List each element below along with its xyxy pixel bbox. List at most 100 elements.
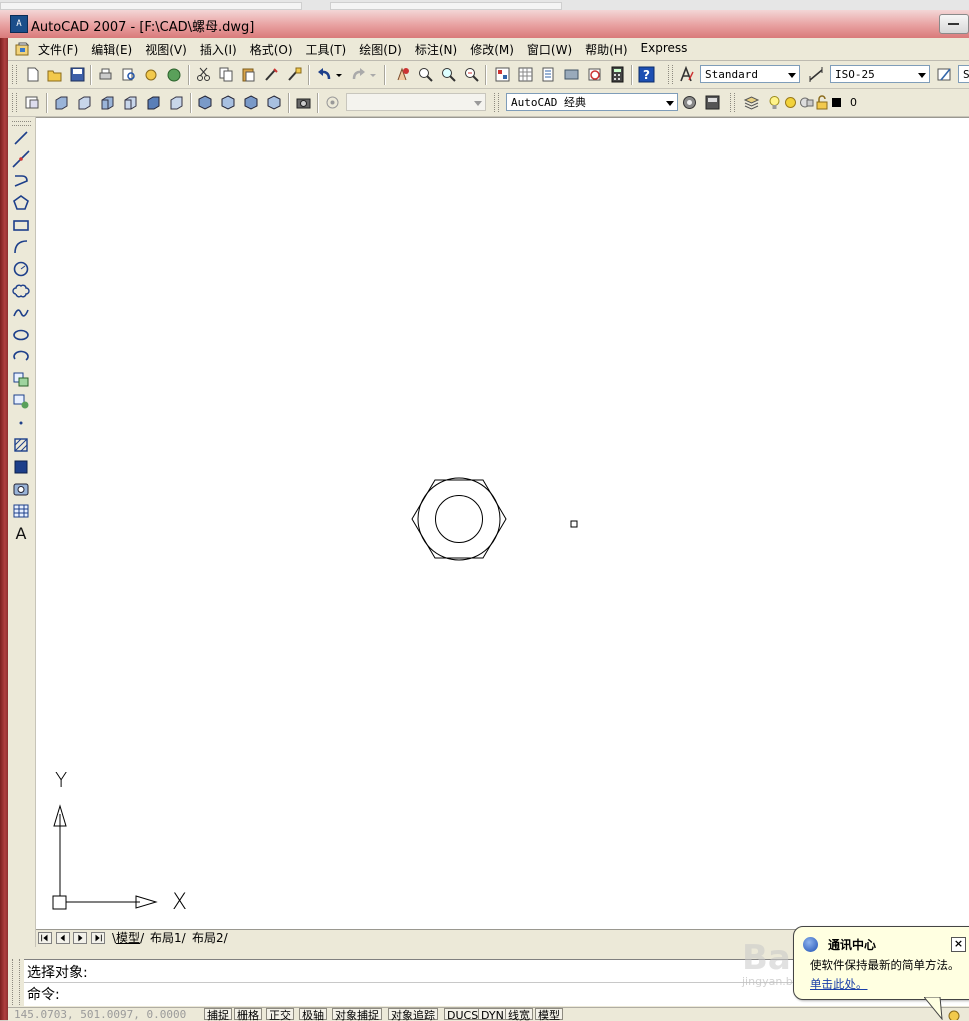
zoom-window-icon[interactable]	[440, 66, 457, 83]
polygon-icon[interactable]	[12, 194, 30, 212]
markup-set-manager-icon[interactable]	[586, 66, 603, 83]
zoom-realtime-icon[interactable]	[417, 66, 434, 83]
zoom-previous-icon[interactable]	[463, 66, 480, 83]
quickcalc-icon[interactable]	[609, 66, 626, 83]
menu-item-1[interactable]: 编辑(E)	[91, 41, 139, 58]
communication-center-tray-icon[interactable]	[944, 1007, 964, 1020]
menu-item-8[interactable]: 修改(M)	[470, 41, 521, 58]
ellipse-arc-icon[interactable]	[12, 348, 30, 366]
line-icon[interactable]	[12, 129, 30, 147]
toolbar-grip[interactable]	[12, 93, 17, 112]
properties-icon[interactable]	[494, 66, 511, 83]
nw-isometric-icon[interactable]	[266, 94, 283, 111]
construction-line-icon[interactable]	[12, 150, 30, 168]
menu-item-2[interactable]: 视图(V)	[145, 41, 194, 58]
status-toggle-7[interactable]: DYN	[478, 1008, 507, 1021]
status-toggle-5[interactable]: 对象追踪	[388, 1008, 438, 1021]
sheet-set-manager-icon[interactable]	[563, 66, 580, 83]
hatch-icon[interactable]	[12, 436, 30, 454]
command-prompt[interactable]: 命令:	[27, 984, 60, 1004]
menu-item-7[interactable]: 标注(N)	[415, 41, 464, 58]
autocad-app-icon[interactable]: A	[10, 15, 28, 33]
table-style-icon[interactable]	[936, 66, 953, 83]
layer-thaw-sun-icon[interactable]	[782, 94, 799, 111]
right-view-icon[interactable]	[122, 94, 139, 111]
balloon-link[interactable]: 单击此处。	[810, 976, 868, 992]
menu-item-3[interactable]: 插入(I)	[200, 41, 244, 58]
toolbar-grip[interactable]	[668, 65, 673, 84]
tab-model[interactable]: \模型/	[112, 930, 144, 946]
toolbar-grip[interactable]	[12, 65, 17, 84]
spline-icon[interactable]	[12, 304, 30, 322]
previous-tab-icon[interactable]	[56, 932, 70, 944]
arc-icon[interactable]	[12, 238, 30, 256]
top-view-icon[interactable]	[53, 94, 70, 111]
publish-icon[interactable]	[143, 66, 160, 83]
back-view-icon[interactable]	[168, 94, 185, 111]
close-icon[interactable]: ×	[951, 937, 966, 952]
dimension-style-icon[interactable]	[808, 66, 825, 83]
make-block-icon[interactable]	[12, 392, 30, 410]
menu-item-0[interactable]: 文件(F)	[38, 41, 85, 58]
menu-item-10[interactable]: 帮助(H)	[585, 41, 634, 58]
redo-icon[interactable]	[350, 66, 367, 83]
menu-item-9[interactable]: 窗口(W)	[527, 41, 579, 58]
camera-icon[interactable]	[295, 94, 312, 111]
next-tab-icon[interactable]	[73, 932, 87, 944]
first-tab-icon[interactable]	[38, 932, 52, 944]
menu-item-4[interactable]: 格式(O)	[250, 41, 300, 58]
copy-icon[interactable]	[218, 66, 235, 83]
status-toggle-1[interactable]: 栅格	[234, 1008, 262, 1021]
view-manager-icon[interactable]	[324, 94, 341, 111]
status-toggle-9[interactable]: 模型	[535, 1008, 563, 1021]
status-toggle-4[interactable]: 对象捕捉	[332, 1008, 382, 1021]
paste-icon[interactable]	[240, 66, 257, 83]
command-window-grip[interactable]	[12, 959, 20, 1005]
redo-dropdown-icon[interactable]	[368, 66, 378, 83]
toolbar-grip[interactable]	[12, 121, 31, 126]
text-style-icon[interactable]	[678, 66, 695, 83]
toolbar-grip[interactable]	[730, 93, 735, 112]
layer-unlock-icon[interactable]	[814, 94, 831, 111]
match-properties-icon[interactable]	[263, 66, 280, 83]
status-toggle-0[interactable]: 捕捉	[204, 1008, 232, 1021]
3d-dwf-icon[interactable]	[166, 66, 183, 83]
layer-properties-icon[interactable]	[743, 94, 760, 111]
revision-cloud-icon[interactable]	[12, 282, 30, 300]
design-center-icon[interactable]	[517, 66, 534, 83]
toolbar-grip[interactable]	[494, 93, 499, 112]
help-icon[interactable]: ?	[638, 66, 655, 83]
bottom-view-icon[interactable]	[76, 94, 93, 111]
minimize-button[interactable]	[939, 14, 969, 34]
drawing-canvas[interactable]: Y X	[36, 117, 969, 930]
tab-layout2[interactable]: 布局2/	[192, 930, 228, 946]
pan-realtime-icon[interactable]	[394, 66, 411, 83]
table-icon[interactable]	[12, 502, 30, 520]
document-icon[interactable]	[14, 41, 30, 56]
circle-icon[interactable]	[12, 260, 30, 278]
ne-isometric-icon[interactable]	[243, 94, 260, 111]
multiline-text-icon[interactable]: A	[12, 524, 30, 542]
last-tab-icon[interactable]	[91, 932, 105, 944]
menu-item-6[interactable]: 绘图(D)	[359, 41, 409, 58]
status-toggle-2[interactable]: 正交	[266, 1008, 294, 1021]
undo-dropdown-icon[interactable]	[334, 66, 344, 83]
new-file-icon[interactable]	[24, 66, 41, 83]
table-style-combo[interactable]: S	[958, 65, 969, 83]
hex-nut-drawing[interactable]	[411, 477, 507, 561]
plot-icon[interactable]	[97, 66, 114, 83]
cut-icon[interactable]	[195, 66, 212, 83]
plot-preview-icon[interactable]	[120, 66, 137, 83]
status-toggle-6[interactable]: DUCS	[444, 1008, 482, 1021]
tool-palettes-icon[interactable]	[540, 66, 557, 83]
named-views-icon[interactable]	[24, 94, 41, 111]
left-view-icon[interactable]	[99, 94, 116, 111]
point-icon[interactable]	[12, 414, 30, 432]
layer-name[interactable]: 0	[850, 96, 857, 109]
tab-layout1[interactable]: 布局1/	[150, 930, 186, 946]
layer-color-swatch-icon[interactable]	[830, 94, 842, 111]
text-style-combo[interactable]: Standard	[700, 65, 800, 83]
sw-isometric-icon[interactable]	[197, 94, 214, 111]
save-icon[interactable]	[69, 66, 86, 83]
polyline-icon[interactable]	[12, 172, 30, 190]
